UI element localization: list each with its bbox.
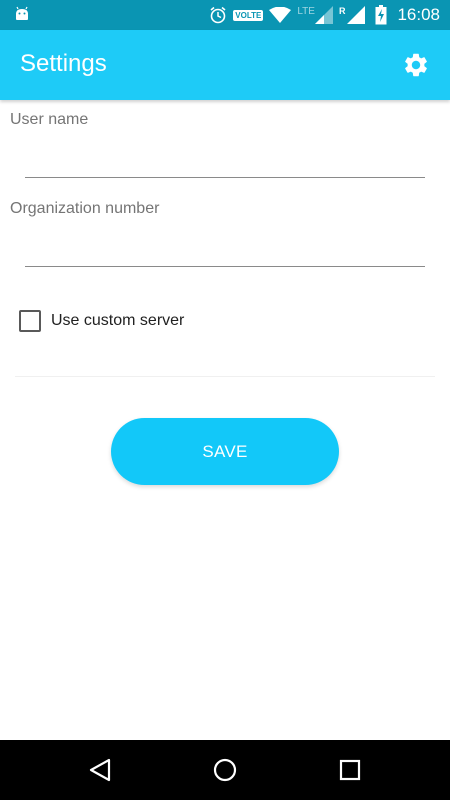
custom-server-label: Use custom server <box>51 312 185 329</box>
network-type-label: LTE <box>297 5 315 17</box>
status-bar: VOLTE LTE R 16:08 <box>0 0 450 30</box>
navigation-bar <box>0 740 450 800</box>
signal-icon-2 <box>347 6 366 24</box>
home-circle-icon[interactable] <box>212 757 238 783</box>
user-name-label: User name <box>10 111 89 128</box>
wifi-icon <box>269 7 292 23</box>
android-robot-icon <box>16 6 28 20</box>
back-triangle-icon[interactable] <box>88 757 114 783</box>
custom-server-row[interactable]: Use custom server <box>19 309 184 333</box>
signal-icon <box>314 6 333 24</box>
status-time: 16:08 <box>397 5 440 24</box>
gear-icon[interactable] <box>402 51 430 79</box>
org-number-input[interactable] <box>25 231 425 267</box>
recents-square-icon[interactable] <box>337 757 363 783</box>
app-bar: Settings <box>0 30 450 100</box>
page-title: Settings <box>20 50 107 77</box>
volte-badge: VOLTE <box>233 9 264 21</box>
divider <box>15 376 435 377</box>
roaming-indicator: R <box>338 6 346 16</box>
battery-charging-icon <box>375 5 387 25</box>
alarm-icon <box>210 6 226 24</box>
user-name-input[interactable] <box>25 142 425 178</box>
save-button[interactable]: SAVE <box>111 418 339 485</box>
custom-server-checkbox[interactable] <box>19 310 41 332</box>
org-number-label: Organization number <box>10 200 160 217</box>
